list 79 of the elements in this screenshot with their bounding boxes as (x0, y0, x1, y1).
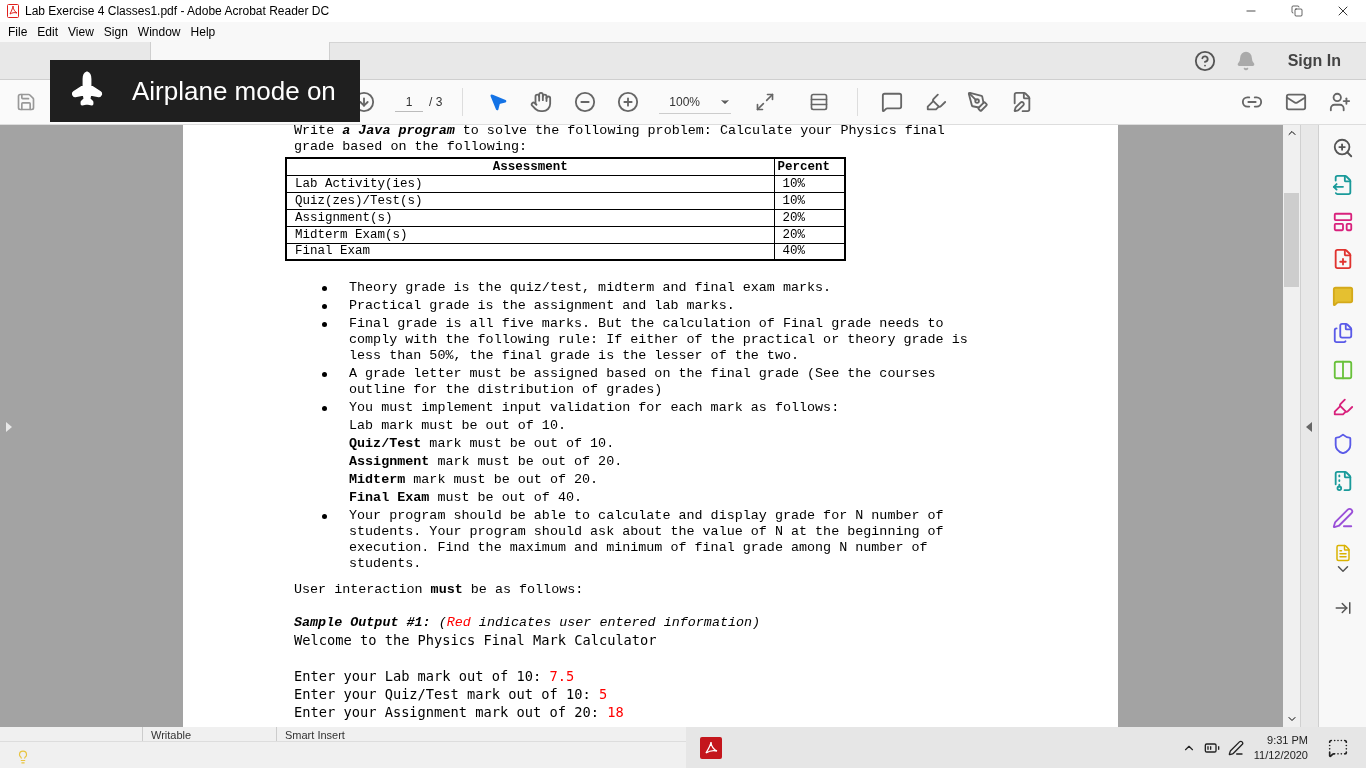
validation-rule: Quiz/Test mark must be out of 10. (349, 436, 616, 452)
prompt-line: Enter your Lab mark out of 10: 7.5 (294, 667, 576, 685)
collapse-pane-icon[interactable] (1333, 599, 1352, 617)
notifications-icon[interactable] (1328, 737, 1348, 758)
scrollbar[interactable] (1283, 125, 1300, 727)
status-text: Smart Insert (276, 727, 410, 741)
toast-text: Airplane mode on (132, 74, 336, 108)
bullet-text: Final grade is all five marks. But the calculation of Final grade needs to comply with the following rule: If either of the practical or theory grade is less than 50%, the final grade is the lesser of the two. (349, 316, 969, 364)
clock-date[interactable]: 11/12/2020 (1253, 747, 1308, 763)
comment-icon[interactable] (881, 91, 904, 113)
help-icon[interactable] (1193, 49, 1216, 72)
mail-icon[interactable] (1285, 91, 1307, 113)
prompt-line: Enter your Assignment mark out of 20: 18 (294, 703, 625, 721)
bullet-icon (322, 304, 327, 309)
files-icon[interactable] (1331, 322, 1354, 344)
welcome-text: Welcome to the Physics Final Mark Calculator (294, 631, 658, 649)
menu-item[interactable]: Sign (98, 23, 133, 41)
zoom-icon[interactable] (1331, 137, 1354, 159)
menu-item[interactable]: View (63, 23, 99, 41)
bullet-text: Your program should be able to calculate and display grade for N number of students. Your program should ask about the value of N at the beginning of execution. Find the maximum and minimum of final grade among N number of students. (349, 508, 945, 572)
layout-icon[interactable] (1331, 211, 1354, 233)
bullet-text: A grade letter must be assigned based on the final grade (See the courses outline for the distribution of grades) (349, 366, 937, 398)
table-cell: Assignment(s) (286, 209, 774, 226)
table-cell: 10% (774, 175, 845, 192)
save-icon[interactable] (16, 92, 36, 112)
table-cell: Midterm Exam(s) (286, 226, 774, 243)
acrobat-taskbar-icon[interactable] (700, 736, 722, 759)
menu-item[interactable]: Window (132, 23, 186, 41)
bullet-text: Theory grade is the quiz/test, midterm and final exam marks. (349, 280, 833, 296)
hand-icon[interactable] (530, 91, 553, 113)
bullet-icon (322, 372, 327, 377)
bullet-icon (322, 322, 327, 327)
highlighter-icon[interactable] (1331, 396, 1354, 418)
highlighter-icon[interactable] (925, 91, 948, 113)
add-user-icon[interactable] (1329, 91, 1351, 113)
validation-rule: Lab mark must be out of 10. (349, 418, 567, 434)
intro-paragraph: Write a Java program to solve the following problem: Calculate your Physics final grade based on the following: (294, 125, 946, 155)
menu-item[interactable]: Help (185, 23, 221, 41)
table-cell: Quiz(zes)/Test(s) (286, 192, 774, 209)
restore-icon (1291, 5, 1303, 17)
lightbulb-icon (16, 750, 30, 764)
collapse-arrow-icon (1306, 422, 1312, 432)
zoom-in-icon[interactable] (617, 91, 640, 113)
column-header: Assessment (286, 158, 774, 175)
scroll-mode-icon[interactable] (809, 92, 830, 112)
zoom-dropdown[interactable]: 100% (659, 90, 732, 114)
fit-page-icon[interactable] (755, 92, 776, 112)
bullet-icon (322, 514, 327, 519)
scrollbar-thumb[interactable] (1284, 193, 1299, 287)
table-cell: Lab Activity(ies) (286, 175, 774, 192)
validation-rule: Midterm mark must be out of 20. (349, 472, 600, 488)
pointer-icon[interactable] (488, 92, 509, 112)
bullet-text: You must implement input validation for each mark as follows: (349, 400, 841, 416)
bullet-icon (322, 406, 327, 411)
status-text: Writable (142, 727, 276, 741)
table-cell: 20% (774, 226, 845, 243)
validation-rule: Assignment mark must be out of 20. (349, 454, 624, 470)
table-cell: 20% (774, 209, 845, 226)
page-number-field[interactable]: 1 (395, 92, 423, 112)
bullet-text: Practical grade is the assignment and lab marks. (349, 298, 736, 314)
validation-rule: Final Exam must be out of 40. (349, 490, 584, 506)
app-icon (7, 4, 19, 18)
column-header: Percent (774, 158, 845, 175)
menu-item[interactable]: File (3, 23, 33, 41)
clock-time[interactable]: 9:31 PM (1267, 732, 1308, 748)
zoom-out-icon[interactable] (574, 91, 597, 113)
interaction-text: User interaction must be as follows: (294, 582, 585, 598)
sample-output-heading: Sample Output #1: (Red indicates user entered information) (294, 615, 762, 631)
bullet-icon (322, 286, 327, 291)
pane-toggle[interactable] (1300, 125, 1319, 727)
menu-item[interactable]: Edit (32, 23, 64, 41)
page-count: / 3 (429, 94, 443, 111)
window-title: Lab Exercise 4 Classes1.pdf - Adobe Acrobat Reader DC (25, 3, 330, 20)
export-file-icon[interactable] (1331, 174, 1354, 196)
sign-in-button[interactable]: Sign In (1287, 48, 1341, 73)
prompt-line: Enter your Quiz/Test mark out of 10: 5 (294, 685, 609, 703)
pen-icon[interactable] (1227, 739, 1244, 756)
pen-icon[interactable] (967, 91, 990, 113)
table-cell: 10% (774, 192, 845, 209)
